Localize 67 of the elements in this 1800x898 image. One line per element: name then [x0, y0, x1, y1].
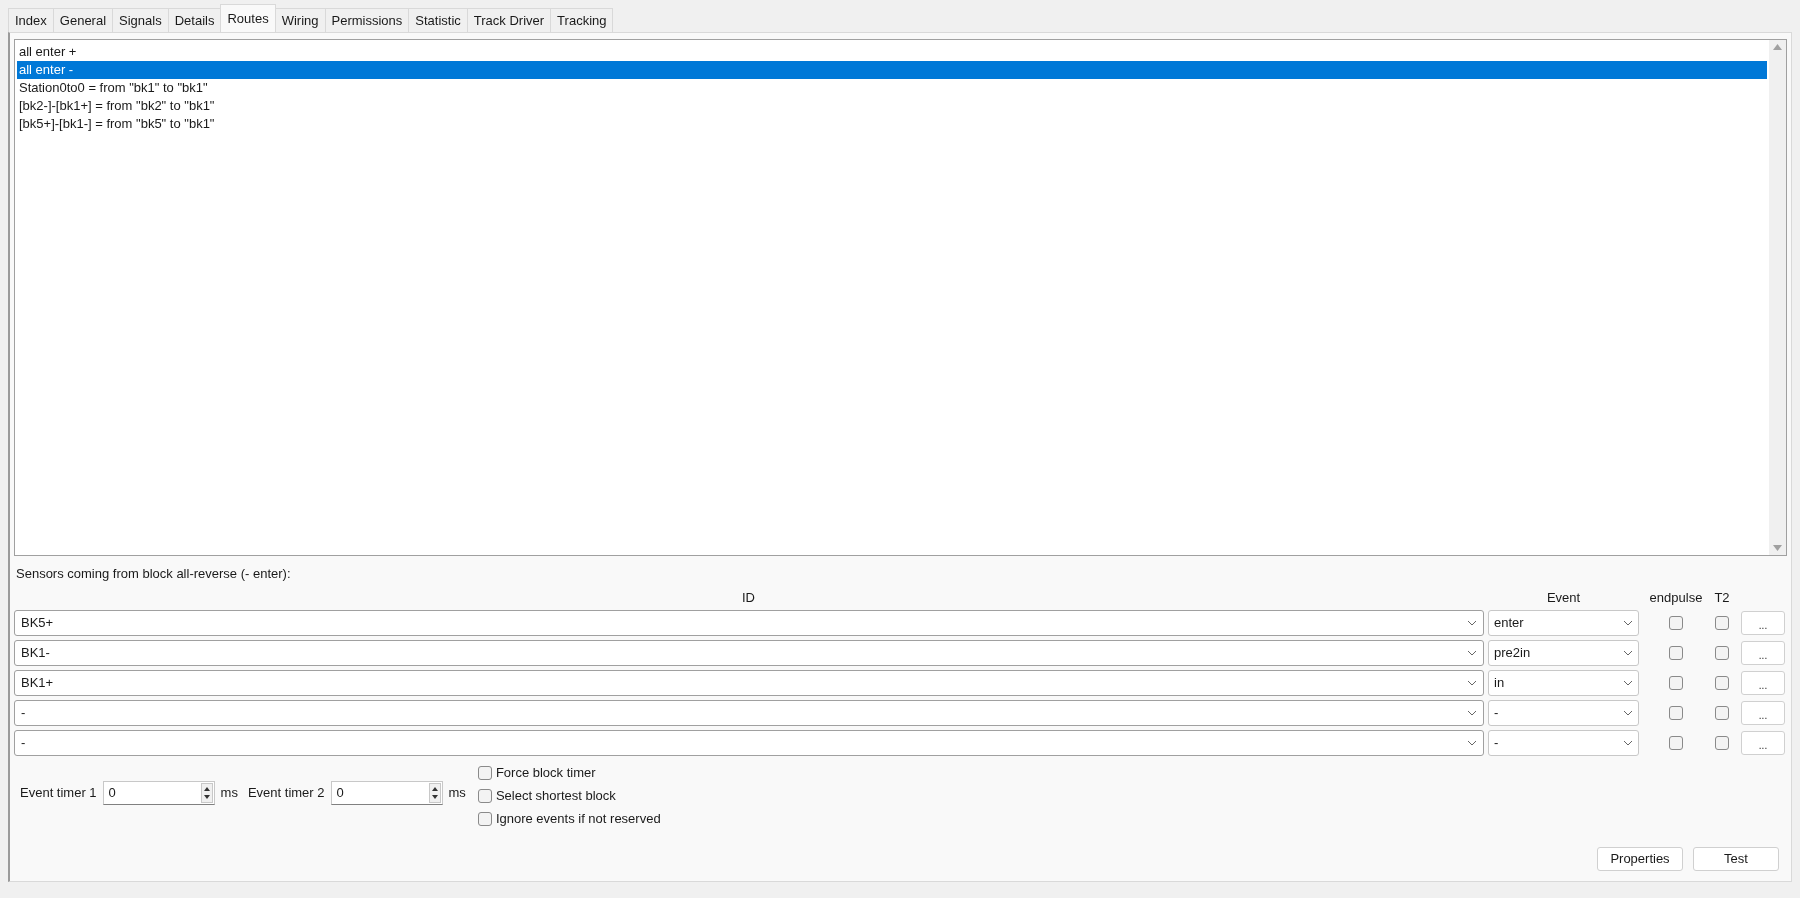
event-dropdown[interactable]: in	[1488, 670, 1639, 696]
timer-label: Event timer 1	[20, 784, 97, 803]
checkbox[interactable]	[1715, 706, 1729, 720]
option-label: Force block timer	[495, 763, 596, 782]
timer-label: Event timer 2	[247, 784, 325, 803]
sensors-title: Sensors coming from block all-reverse (- enter):	[16, 565, 292, 582]
scrollbar[interactable]	[1769, 40, 1786, 555]
chevron-down-icon	[1467, 620, 1477, 626]
spin-field[interactable]: 0	[102, 781, 215, 805]
more-button[interactable]: ...	[1741, 611, 1785, 635]
chevron-down-icon	[1467, 650, 1477, 656]
event-dropdown[interactable]: -	[1488, 730, 1639, 756]
chevron-down-icon	[1467, 710, 1477, 716]
chevron-down-icon	[1467, 680, 1477, 686]
spin-arrows-icon[interactable]	[200, 783, 213, 803]
checkbox[interactable]	[477, 788, 492, 803]
tab[interactable]: Tracking	[550, 8, 614, 32]
column-header: Event	[1546, 589, 1581, 608]
chevron-down-icon	[1623, 740, 1633, 746]
dialog-button[interactable]: Properties	[1597, 847, 1683, 871]
id-dropdown[interactable]: BK1+	[14, 670, 1484, 696]
checkbox[interactable]	[1715, 616, 1729, 630]
scroll-up-icon[interactable]	[1773, 44, 1782, 50]
chevron-down-icon	[1467, 740, 1477, 746]
dialog-button[interactable]: Test	[1693, 847, 1779, 871]
chevron-down-icon	[1623, 620, 1633, 626]
id-dropdown[interactable]: -	[14, 730, 1484, 756]
checkbox[interactable]	[1715, 646, 1729, 660]
checkbox[interactable]	[1669, 706, 1683, 720]
chevron-down-icon	[1623, 680, 1633, 686]
checkbox[interactable]	[1669, 676, 1683, 690]
chevron-down-icon	[1623, 650, 1633, 656]
id-dropdown[interactable]: BK1-	[14, 640, 1484, 666]
spin-arrows-icon[interactable]	[428, 783, 441, 803]
event-dropdown[interactable]: -	[1488, 700, 1639, 726]
checkbox[interactable]	[477, 765, 492, 780]
scroll-down-icon[interactable]	[1773, 545, 1782, 551]
unit-label: ms	[220, 784, 238, 803]
spin-field[interactable]: 0	[330, 781, 443, 805]
tab[interactable]: Index	[8, 8, 54, 32]
list-item[interactable]: [bk2-]-[bk1+] = from "bk2" to "bk1"	[17, 97, 1767, 115]
id-dropdown[interactable]: BK5+	[14, 610, 1484, 636]
list-item[interactable]: all enter -	[17, 61, 1767, 79]
option-label: Ignore events if not reserved	[495, 809, 661, 828]
column-header: T2	[1714, 589, 1730, 608]
checkbox[interactable]	[1669, 616, 1683, 630]
more-button[interactable]: ...	[1741, 731, 1785, 755]
column-header: ID	[742, 589, 755, 608]
column-header: endpulse	[1649, 589, 1703, 608]
more-button[interactable]: ...	[1741, 701, 1785, 725]
id-dropdown[interactable]: -	[14, 700, 1484, 726]
checkbox[interactable]	[1669, 736, 1683, 750]
tab[interactable]: Routes	[220, 4, 276, 32]
chevron-down-icon	[1623, 710, 1633, 716]
option-label: Select shortest block	[495, 786, 616, 805]
unit-label: ms	[448, 784, 466, 803]
list-item[interactable]: all enter +	[17, 43, 1767, 61]
checkbox[interactable]	[1715, 676, 1729, 690]
checkbox[interactable]	[1669, 646, 1683, 660]
event-dropdown[interactable]: pre2in	[1488, 640, 1639, 666]
checkbox[interactable]	[477, 811, 492, 826]
list-item[interactable]: Station0to0 = from "bk1" to "bk1"	[17, 79, 1767, 97]
checkbox[interactable]	[1715, 736, 1729, 750]
more-button[interactable]: ...	[1741, 641, 1785, 665]
event-dropdown[interactable]: enter	[1488, 610, 1639, 636]
more-button[interactable]: ...	[1741, 671, 1785, 695]
list-item[interactable]: [bk5+]-[bk1-] = from "bk5" to "bk1"	[17, 115, 1767, 133]
